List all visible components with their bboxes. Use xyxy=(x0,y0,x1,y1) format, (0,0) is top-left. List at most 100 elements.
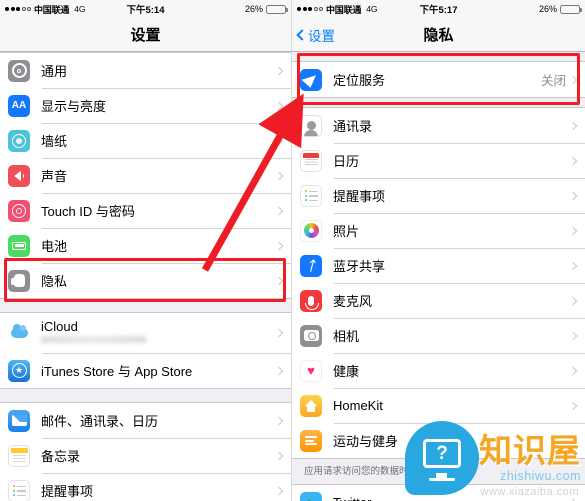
sidebar-item-sounds[interactable]: 声音 xyxy=(0,158,291,193)
sidebar-item-privacy[interactable]: 隐私 xyxy=(0,263,291,298)
sidebar-item-notes[interactable]: 备忘录 xyxy=(0,438,291,473)
microphone-icon xyxy=(300,289,322,312)
chevron-right-icon xyxy=(274,136,284,145)
right-status-bar: 中国联通 4G 下午5:17 26% xyxy=(292,0,585,18)
row-label: 相机 xyxy=(333,329,360,344)
sidebar-item-reminders[interactable]: 提醒事项 xyxy=(0,473,291,501)
chevron-right-icon xyxy=(274,328,284,338)
sidebar-item-icloud[interactable]: iCloud xyxy=(0,313,291,353)
battery-percent-label: 26% xyxy=(538,4,557,14)
contacts-icon xyxy=(300,114,322,137)
chevron-right-icon xyxy=(568,191,578,200)
left-nav-bar: 设置 xyxy=(0,18,291,52)
row-label: iCloud xyxy=(41,319,78,334)
privacy-item-health[interactable]: ♥ 健康 xyxy=(292,353,585,388)
row-label: 邮件、通讯录、日历 xyxy=(41,414,159,429)
chevron-right-icon xyxy=(274,241,284,250)
privacy-item-photos[interactable]: 照片 xyxy=(292,213,585,248)
battery-icon xyxy=(560,4,582,14)
right-nav-bar: 设置 隐私 xyxy=(292,18,585,52)
left-settings-list[interactable]: 通用 AA 显示与亮度 墙纸 声音 Touch ID 与密码 电池 隐私 iCl… xyxy=(0,52,291,501)
privacy-item-reminders[interactable]: 提醒事项 xyxy=(292,178,585,213)
privacy-item-homekit[interactable]: HomeKit xyxy=(292,388,585,423)
row-label: 隐私 xyxy=(41,274,68,289)
back-button-label: 设置 xyxy=(308,28,335,44)
app-store-icon: ★ xyxy=(8,359,30,382)
photos-icon xyxy=(300,219,322,242)
bluetooth-icon: ᛏ xyxy=(300,254,322,277)
right-status-left: 中国联通 4G xyxy=(297,3,378,16)
sidebar-item-touchid[interactable]: Touch ID 与密码 xyxy=(0,193,291,228)
chevron-right-icon xyxy=(274,206,284,215)
icloud-icon xyxy=(8,322,30,344)
notes-icon xyxy=(8,444,30,467)
privacy-item-contacts[interactable]: 通讯录 xyxy=(292,108,585,143)
row-label: 声音 xyxy=(41,169,68,184)
sidebar-item-appstore[interactable]: ★ iTunes Store 与 App Store xyxy=(0,353,291,388)
chevron-left-icon xyxy=(296,28,308,41)
chevron-right-icon xyxy=(568,366,578,375)
chevron-right-icon xyxy=(568,156,578,165)
row-label: 通讯录 xyxy=(333,119,373,134)
row-label: 蓝牙共享 xyxy=(333,259,386,274)
privacy-item-location-services[interactable]: 定位服务 关闭 xyxy=(292,62,585,97)
list-section-gap xyxy=(0,299,291,312)
page-title: 隐私 xyxy=(423,27,454,44)
location-arrow-icon xyxy=(300,68,322,91)
health-icon: ♥ xyxy=(300,359,322,382)
homekit-icon xyxy=(300,394,322,417)
right-phone-screen: 中国联通 4G 下午5:17 26% 设置 隐私 定位服务 关闭 通讯录 日历 … xyxy=(292,0,585,501)
carrier-label: 中国联通 xyxy=(326,4,362,15)
reminders-icon xyxy=(300,184,322,207)
camera-icon xyxy=(300,324,322,347)
page-title: 设置 xyxy=(130,27,161,44)
display-brightness-icon: AA xyxy=(8,94,30,117)
chevron-right-icon xyxy=(274,486,284,495)
privacy-group-apps: 通讯录 日历 提醒事项 照片 ᛏ 蓝牙共享 麦克风 相机 ♥ 健康 HomeKi… xyxy=(292,107,585,459)
watermark-faint-url: www.xiazaiba.com xyxy=(480,486,579,498)
sidebar-item-display[interactable]: AA 显示与亮度 xyxy=(0,88,291,123)
privacy-item-calendar[interactable]: 日历 xyxy=(292,143,585,178)
row-label: 定位服务 xyxy=(333,73,386,88)
privacy-item-bluetooth[interactable]: ᛏ 蓝牙共享 xyxy=(292,248,585,283)
signal-strength-icon xyxy=(5,7,31,11)
privacy-item-camera[interactable]: 相机 xyxy=(292,318,585,353)
battery-icon xyxy=(8,234,30,257)
list-section-gap xyxy=(0,389,291,402)
sidebar-item-general[interactable]: 通用 xyxy=(0,53,291,88)
chevron-right-icon xyxy=(274,366,284,375)
row-label: 备忘录 xyxy=(41,449,81,464)
chevron-right-icon xyxy=(274,171,284,180)
chevron-right-icon xyxy=(274,276,284,285)
chevron-right-icon xyxy=(568,296,578,305)
row-label: 日历 xyxy=(333,154,360,169)
apple-id-redacted xyxy=(41,336,146,343)
sidebar-item-battery[interactable]: 电池 xyxy=(0,228,291,263)
row-label: 健康 xyxy=(333,364,360,379)
left-status-left: 中国联通 4G xyxy=(5,3,86,16)
row-label: 显示与亮度 xyxy=(41,99,107,114)
wallpaper-icon xyxy=(8,129,30,152)
privacy-item-microphone[interactable]: 麦克风 xyxy=(292,283,585,318)
back-button[interactable]: 设置 xyxy=(292,25,335,45)
chevron-right-icon xyxy=(568,121,578,130)
chevron-right-icon xyxy=(274,416,284,425)
battery-percent-label: 26% xyxy=(244,4,263,14)
gear-icon xyxy=(8,59,30,82)
settings-group-system: 通用 AA 显示与亮度 墙纸 声音 Touch ID 与密码 电池 隐私 xyxy=(0,52,291,299)
watermark-brand: 知识屋 xyxy=(479,432,581,469)
chevron-right-icon xyxy=(568,401,578,410)
sound-icon xyxy=(8,164,30,187)
row-label: 通用 xyxy=(41,64,68,79)
row-label: 墙纸 xyxy=(41,134,68,149)
reminders-icon xyxy=(8,479,30,501)
watermark-text: 知识屋 zhishiwu.com xyxy=(479,434,581,483)
network-type-label: 4G xyxy=(74,4,86,14)
sidebar-item-mail[interactable]: 邮件、通讯录、日历 xyxy=(0,403,291,438)
sidebar-item-wallpaper[interactable]: 墙纸 xyxy=(0,123,291,158)
watermark-url: zhishiwu.com xyxy=(499,469,581,483)
row-label: 照片 xyxy=(333,224,360,239)
row-label: HomeKit xyxy=(333,398,383,413)
left-status-right: 26% xyxy=(244,4,288,14)
dual-screenshot-panel: 中国联通 4G 下午5:14 26% 设置 通用 AA 显示与亮度 墙纸 声音 … xyxy=(0,0,585,501)
